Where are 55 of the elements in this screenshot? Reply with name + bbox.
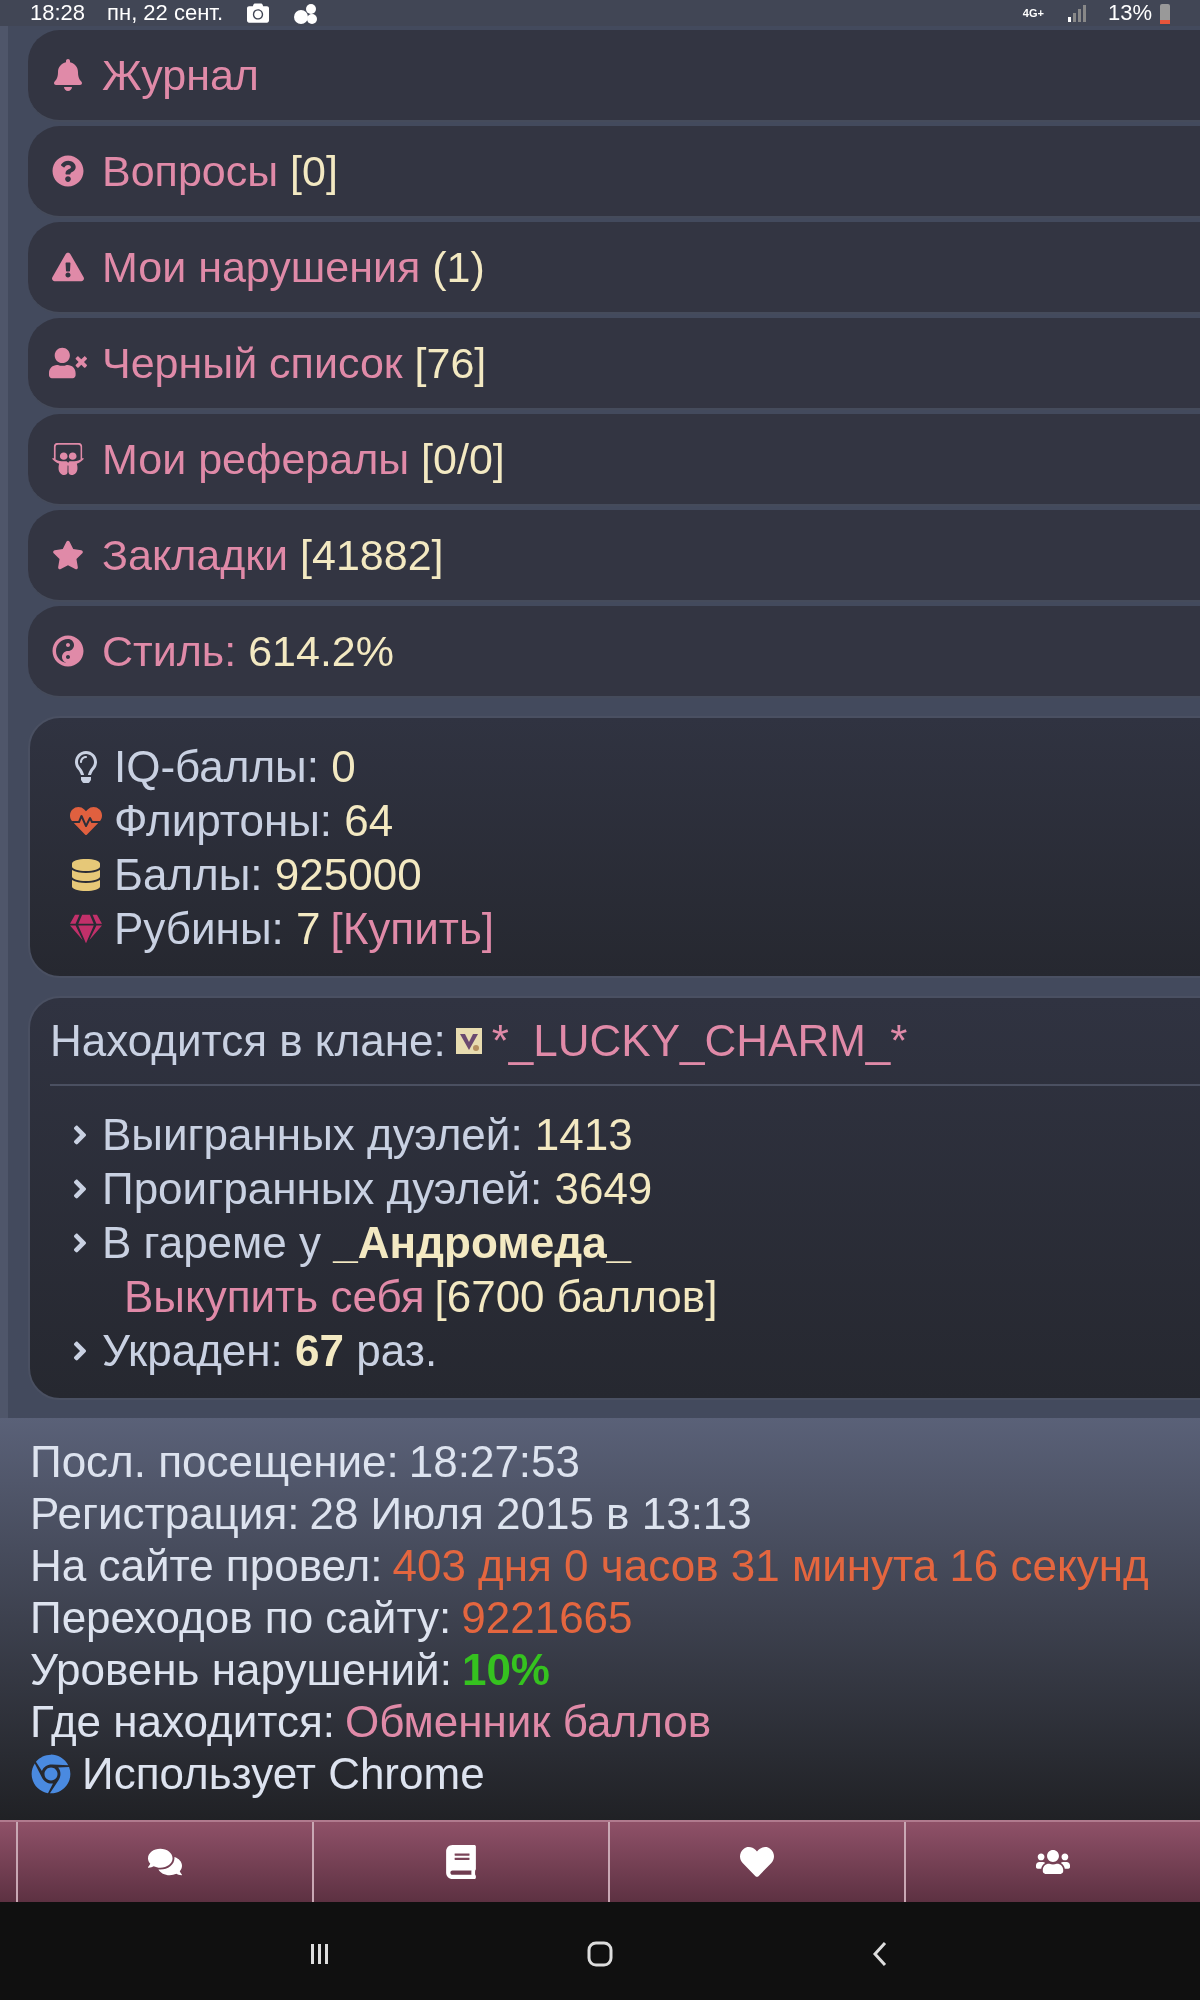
battery-icon xyxy=(1160,2,1170,24)
menu-label: Мои рефералы [0/0] xyxy=(102,434,505,484)
balance-text: Рубины: 7 xyxy=(114,904,321,954)
clock: 18:28 xyxy=(30,0,86,26)
clan-label: Находится в клане: xyxy=(50,1016,446,1066)
home-icon[interactable] xyxy=(586,1939,614,1968)
harem-owner: В гареме у _Андромеда_ xyxy=(102,1218,632,1268)
menu-label: Черный список [76] xyxy=(102,338,487,388)
balance-text: Баллы: 925000 xyxy=(114,850,422,900)
menu-label: Стиль: 614.2% xyxy=(102,626,394,676)
location-link[interactable]: Обменник баллов xyxy=(345,1697,712,1747)
info-value: 9221665 xyxy=(461,1593,633,1643)
heart-icon xyxy=(740,1845,774,1879)
info-value: 10% xyxy=(461,1645,550,1695)
camera-icon xyxy=(245,2,272,24)
stolen-count: Украден: 67 раз. xyxy=(102,1326,438,1376)
info-value: 403 дня 0 часов 31 минута 16 секунд xyxy=(392,1541,1149,1591)
buyout-link[interactable]: Выкупить себя xyxy=(124,1272,425,1322)
back-icon[interactable] xyxy=(871,1939,889,1968)
menu-item[interactable]: Вопросы [0] xyxy=(28,126,1200,218)
menu-item[interactable]: Журнал xyxy=(28,30,1200,122)
clan-link[interactable]: *_LUCKY_CHARM_* xyxy=(491,1016,908,1066)
chrome-icon xyxy=(30,1754,72,1794)
menu-item[interactable]: Стиль: 614.2% xyxy=(28,606,1200,698)
menu-item[interactable]: Мои нарушения (1) xyxy=(28,222,1200,314)
menu-label: Мои нарушения (1) xyxy=(102,242,485,292)
balance-text: IQ-баллы: 0 xyxy=(114,742,356,792)
menu-label: Вопросы [0] xyxy=(102,146,338,196)
battery-level: 13% xyxy=(1107,0,1152,26)
network-type: 4G+ xyxy=(1022,7,1044,19)
menu-label: Журнал xyxy=(102,50,259,100)
balance-text: Флиртоны: 64 xyxy=(114,796,394,846)
heartbeat-icon xyxy=(68,805,104,837)
duel-stat: Проигранных дуэлей: 3649 xyxy=(102,1164,653,1214)
buy-link[interactable]: [Купить] xyxy=(330,904,495,954)
menu-item[interactable]: Закладки [41882] xyxy=(28,510,1200,602)
info-label: Уровень нарушений: xyxy=(30,1645,452,1695)
info-label: Регистрация: xyxy=(30,1489,300,1539)
date: пн, 22 сент. xyxy=(107,0,224,26)
menu-item[interactable]: Мои рефералы [0/0] xyxy=(28,414,1200,506)
info-value: 18:27:53 xyxy=(408,1437,581,1487)
menu-item[interactable]: Черный список [76] xyxy=(28,318,1200,410)
menu-label: Закладки [41882] xyxy=(102,530,444,580)
info-value: 28 Июля 2015 в 13:13 xyxy=(309,1489,752,1539)
info-label: Посл. посещение: xyxy=(30,1437,399,1487)
browser-text: Использует Chrome xyxy=(82,1749,485,1799)
dots-icon xyxy=(293,1,320,25)
duel-stat: Выигранных дуэлей: 1413 xyxy=(102,1110,633,1160)
info-label: Переходов по сайту: xyxy=(30,1593,452,1643)
gem-icon xyxy=(68,913,104,945)
signal-icon xyxy=(1065,3,1086,23)
info-label: На сайте провел: xyxy=(30,1541,383,1591)
info-label: Где находится: xyxy=(30,1697,335,1747)
buyout-price: [6700 баллов] xyxy=(434,1272,718,1322)
book-icon xyxy=(444,1845,478,1879)
